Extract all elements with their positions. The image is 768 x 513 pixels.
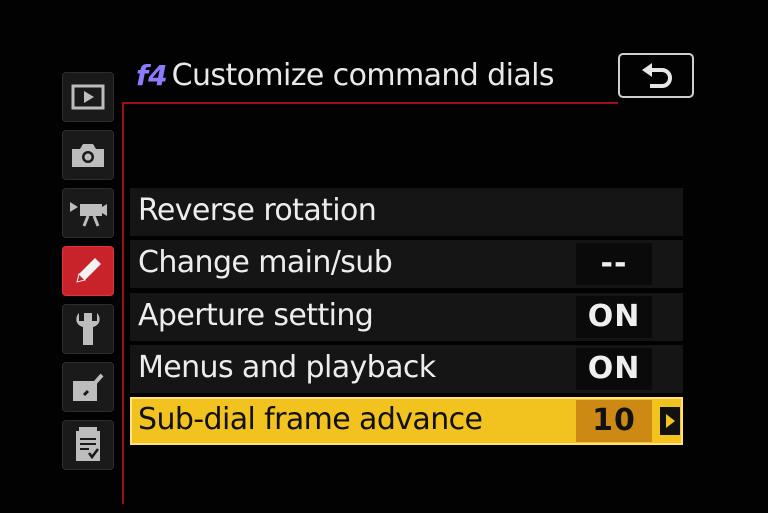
pencil-icon bbox=[76, 258, 101, 283]
menu-item-label: Change main/sub bbox=[138, 245, 393, 280]
back-arrow-icon bbox=[642, 62, 672, 88]
tab-movie-shooting[interactable] bbox=[62, 188, 114, 238]
menu-item-value: 10 bbox=[576, 400, 652, 442]
menu-item-change-main-sub[interactable]: Change main/sub -- bbox=[130, 240, 683, 288]
menu-item-label: Sub-dial frame advance bbox=[138, 402, 483, 437]
camera-menu-screen: f4 Customize command dials Reverse rotat… bbox=[0, 0, 768, 513]
menu-item-sub-dial-frame-advance[interactable]: Sub-dial frame advance 10 bbox=[130, 397, 683, 445]
menu-item-value: ON bbox=[576, 348, 652, 390]
menu-item-label: Reverse rotation bbox=[138, 193, 377, 228]
menu-item-value: -- bbox=[576, 243, 652, 285]
header-divider bbox=[122, 102, 618, 104]
wrench-icon bbox=[76, 313, 100, 345]
rail-divider bbox=[122, 104, 124, 504]
recent-settings-icon bbox=[76, 427, 100, 461]
page-title: Customize command dials bbox=[171, 58, 555, 93]
tab-recent-settings[interactable] bbox=[62, 420, 114, 470]
playback-icon bbox=[71, 84, 105, 110]
camera-icon bbox=[72, 144, 104, 167]
menu-header: f4 Customize command dials bbox=[136, 55, 554, 103]
tab-setup[interactable] bbox=[62, 304, 114, 354]
movie-icon bbox=[70, 202, 107, 227]
tab-retouch[interactable] bbox=[62, 362, 114, 412]
menu-item-label: Aperture setting bbox=[138, 298, 374, 333]
menu-item-reverse-rotation[interactable]: Reverse rotation bbox=[130, 188, 683, 236]
tab-playback[interactable] bbox=[62, 72, 114, 122]
chevron-right-icon bbox=[666, 414, 675, 428]
menu-item-aperture-setting[interactable]: Aperture setting ON bbox=[130, 293, 683, 341]
retouch-icon bbox=[73, 373, 104, 401]
submenu-arrow-icon[interactable] bbox=[660, 407, 680, 435]
tab-photo-shooting[interactable] bbox=[62, 130, 114, 180]
menu-item-label: Menus and playback bbox=[138, 350, 436, 385]
tab-custom-settings[interactable] bbox=[62, 246, 114, 296]
menu-code: f4 bbox=[136, 59, 168, 92]
menu-item-menus-and-playback[interactable]: Menus and playback ON bbox=[130, 345, 683, 393]
menu-item-value: ON bbox=[576, 296, 652, 338]
back-button[interactable] bbox=[618, 53, 694, 98]
